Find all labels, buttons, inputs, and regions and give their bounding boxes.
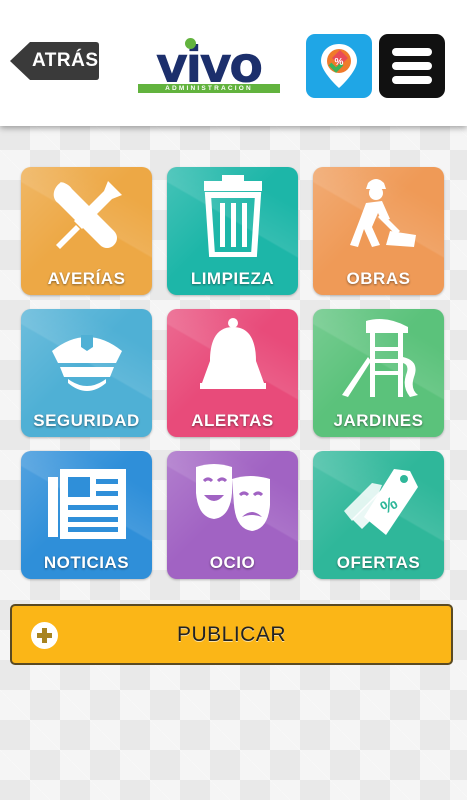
newspaper-icon: [48, 469, 126, 539]
tile-label: OCIO: [209, 553, 256, 572]
tile-ocio[interactable]: OCIO: [167, 451, 298, 579]
tile-limpieza[interactable]: LIMPIEZA: [167, 167, 298, 295]
price-tag-percent-icon: %: [321, 44, 357, 88]
logo-subtitle: ADMINISTRACION: [165, 85, 253, 92]
trash-bin-icon: [204, 175, 262, 257]
vivo-logo: vivo ADMINISTRACION: [134, 38, 282, 98]
tile-label: OBRAS: [346, 269, 411, 288]
tile-seguridad[interactable]: SEGURIDAD: [21, 309, 152, 437]
menu-button[interactable]: [379, 34, 445, 98]
tile-averias[interactable]: AVERÍAS: [21, 167, 152, 295]
police-cap-icon: [52, 335, 122, 391]
tile-label: OFERTAS: [336, 553, 421, 572]
logo-dot: [185, 38, 196, 49]
back-button-label: ATRÁS: [32, 50, 99, 71]
wrench-screwdriver-icon: [53, 181, 122, 249]
construction-worker-icon: [350, 179, 416, 247]
svg-text:%: %: [335, 57, 344, 68]
discount-tags-icon: %: [344, 469, 418, 535]
tile-jardines[interactable]: JARDINES: [313, 309, 444, 437]
tile-obras[interactable]: OBRAS: [313, 167, 444, 295]
tile-label: NOTICIAS: [43, 553, 130, 572]
tile-alertas[interactable]: ALERTAS: [167, 309, 298, 437]
tile-label: JARDINES: [333, 411, 424, 430]
tile-label: ALERTAS: [191, 411, 274, 430]
bell-icon: [200, 318, 266, 389]
tile-noticias[interactable]: NOTICIAS: [21, 451, 152, 579]
back-button[interactable]: ATRÁS: [10, 40, 100, 82]
tile-label: AVERÍAS: [47, 269, 126, 288]
playground-icon: [342, 319, 418, 397]
tile-label: SEGURIDAD: [33, 411, 140, 430]
theater-masks-icon: [196, 464, 270, 531]
app-header: ATRÁS vivo ADMINISTRACION %: [0, 0, 467, 126]
tile-ofertas[interactable]: % OFERTAS: [313, 451, 444, 579]
publish-button-label: PUBLICAR: [176, 623, 287, 646]
offers-app-button[interactable]: %: [306, 34, 372, 98]
tile-label: LIMPIEZA: [190, 269, 275, 288]
publish-button[interactable]: PUBLICAR: [10, 604, 453, 665]
